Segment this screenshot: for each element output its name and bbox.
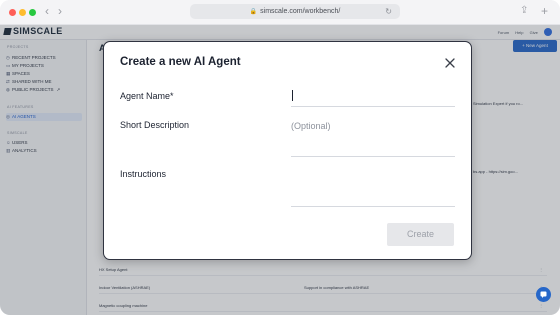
agent-name-underline <box>291 106 455 107</box>
minimize-window-button[interactable] <box>19 9 26 16</box>
chevron-left-icon[interactable]: ‹ <box>45 4 49 18</box>
instructions-input[interactable] <box>291 169 455 183</box>
plus-icon[interactable]: + <box>541 4 548 18</box>
lock-icon: 🔒 <box>249 9 258 15</box>
app-frame: ‹ › 🔒 simscale.com/workbench/ ↻ ⇪ + SIMSC… <box>0 0 560 315</box>
short-description-underline <box>291 156 455 157</box>
short-description-input[interactable] <box>291 119 455 133</box>
share-icon[interactable]: ⇪ <box>520 4 528 18</box>
chevron-right-icon[interactable]: › <box>58 4 62 18</box>
url-bar[interactable]: 🔒 simscale.com/workbench/ ↻ <box>190 4 400 19</box>
url-text: simscale.com/workbench/ <box>260 8 341 15</box>
agent-name-label: Agent Name* <box>120 91 174 101</box>
create-button[interactable]: Create <box>387 223 454 246</box>
chat-bubble-icon[interactable] <box>536 287 551 302</box>
instructions-underline <box>291 206 455 207</box>
text-caret <box>292 90 293 101</box>
dialog-title: Create a new AI Agent <box>120 56 241 68</box>
agent-name-input[interactable] <box>291 89 455 103</box>
chat-glyph <box>540 291 547 298</box>
close-icon[interactable] <box>443 56 457 70</box>
close-window-button[interactable] <box>9 9 16 16</box>
create-agent-dialog: Create a new AI Agent Agent Name* Short … <box>103 41 472 260</box>
browser-toolbar: ‹ › 🔒 simscale.com/workbench/ ↻ ⇪ + <box>0 0 560 25</box>
reload-icon[interactable]: ↻ <box>385 4 392 19</box>
short-description-label: Short Description <box>120 120 190 130</box>
maximize-window-button[interactable] <box>29 9 36 16</box>
required-mark: * <box>170 91 174 101</box>
instructions-label: Instructions <box>120 169 167 179</box>
